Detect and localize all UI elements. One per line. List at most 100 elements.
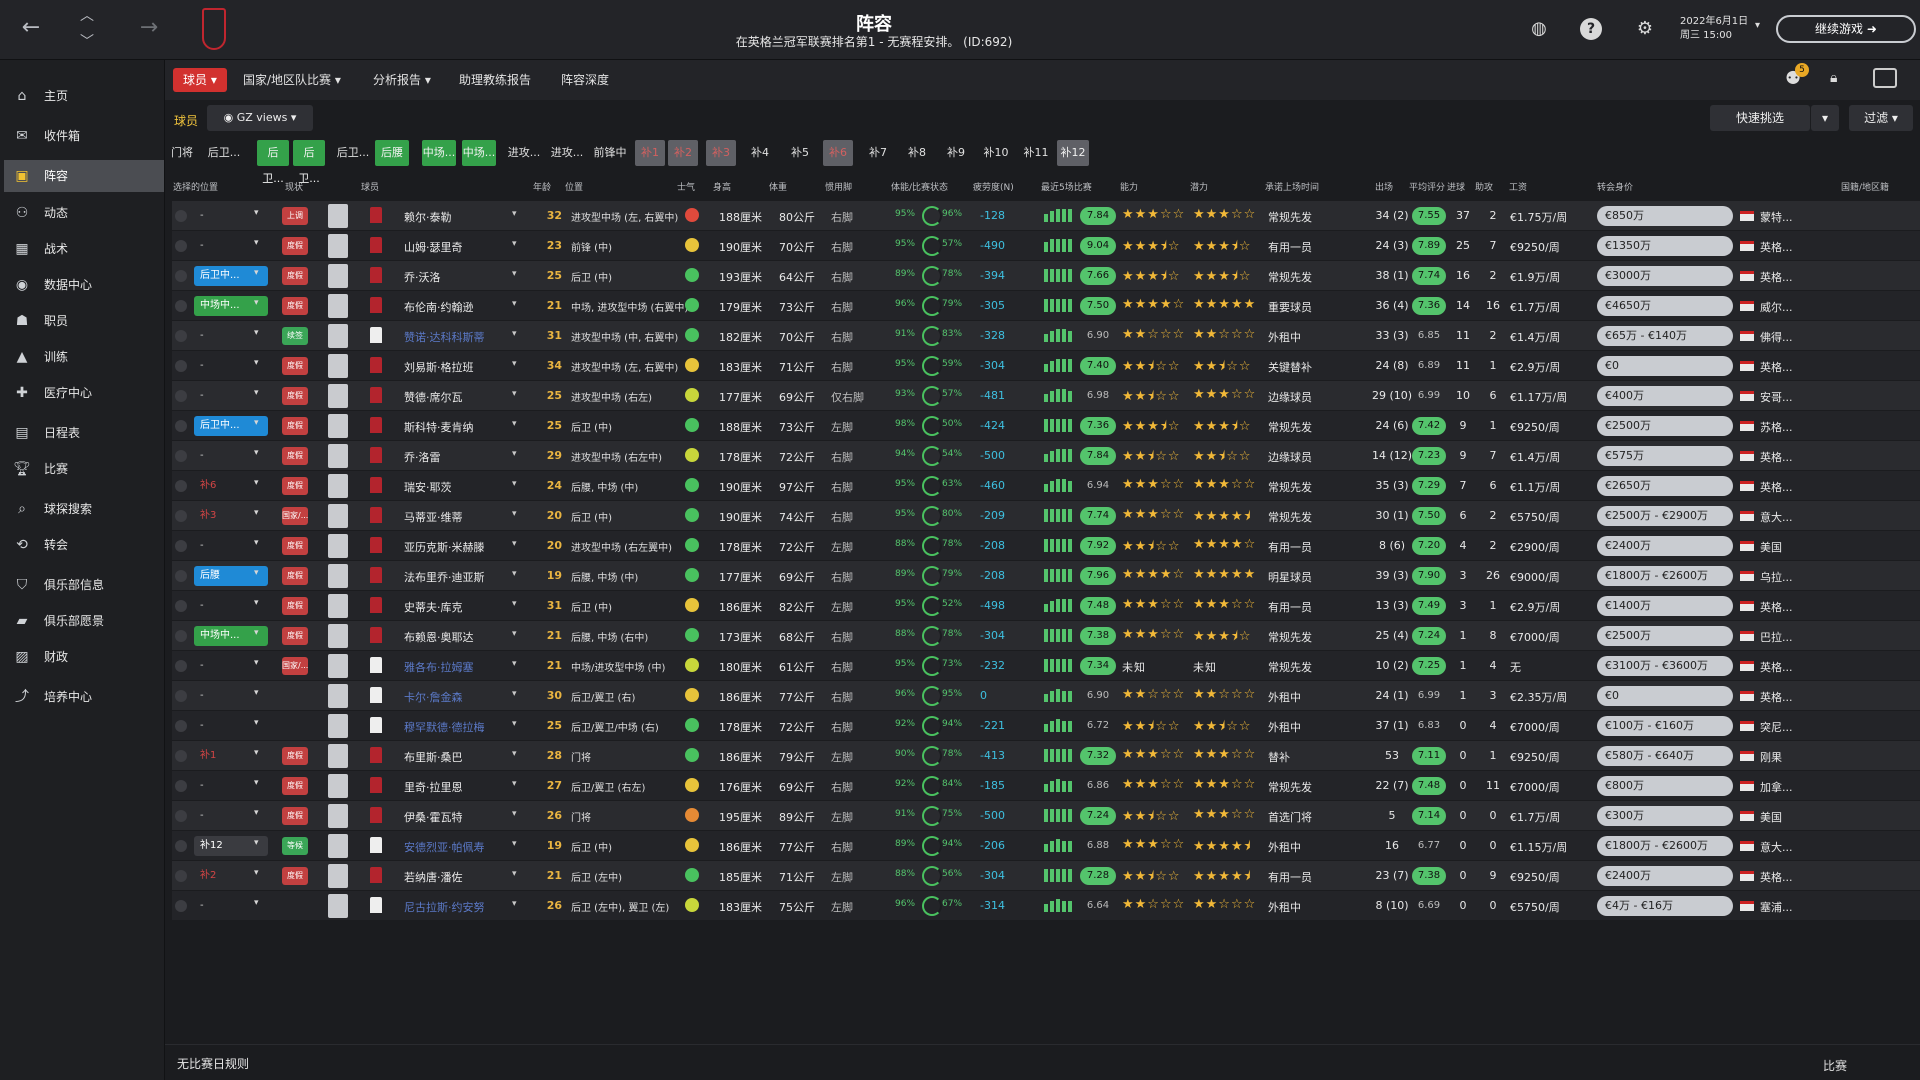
player-name[interactable]: 马蒂亚·维蒂 [404,509,463,525]
chevron-down-icon[interactable]: ▾ [512,419,517,429]
chevron-down-icon[interactable]: ▾ [254,238,259,248]
table-row[interactable]: - ▾ 度假 赞德·席尔瓦 ▾ 25 进攻型中场 (右左) ● 177厘米 69公斤 仅右脚 93% 5… [172,381,1920,411]
tab-position-7[interactable]: 中场... [462,140,496,166]
player-name[interactable]: 布里斯·桑巴 [404,749,463,765]
column-header-16[interactable]: 平均评分 [1409,180,1445,193]
sidebar-item-transfers[interactable]: ⟲ 转会 [4,529,164,561]
table-row[interactable]: - ▾ 度假 里奇·拉里恩 ▾ 27 后卫/翼卫 (右左) ● 176厘米 69公斤 右脚 92% 84… [172,771,1920,801]
chevron-down-icon[interactable]: ▾ [512,839,517,849]
sidebar-item-squad[interactable]: ▣ 阵容 [4,160,164,192]
chevron-down-icon[interactable]: ▾ [254,448,259,458]
column-header-18[interactable]: 助攻 [1475,180,1493,193]
sidebar-item-dynamics[interactable]: ⚇ 动态 [4,197,164,229]
chevron-down-icon[interactable]: ▾ [254,298,259,308]
chevron-down-icon[interactable]: ▾ [254,478,259,488]
select-checkbox[interactable] [175,510,187,522]
column-header-3[interactable]: 年龄 [533,180,551,193]
column-header-13[interactable]: 潜力 [1190,180,1208,193]
view-selector[interactable]: ◉ GZ views ▾ [207,105,313,131]
chevron-down-icon[interactable]: ▾ [254,328,259,338]
date-dropdown-icon[interactable]: ▾ [1755,20,1760,31]
tab-position-12[interactable]: 补2 [668,140,698,166]
table-row[interactable]: - ▾ 度假 山姆·瑟里奇 ▾ 23 前锋 (中) ● 190厘米 70公斤 右脚 95% 57% -49… [172,231,1920,261]
lock-icon[interactable]: 🔒︎ [1830,70,1837,86]
table-row[interactable]: 中场中... ▾ 度假 布伦南·约翰逊 ▾ 21 中场, 进攻型中场 (右翼中) ● 179厘米… [172,291,1920,321]
select-checkbox[interactable] [175,210,187,222]
table-row[interactable]: - ▾ 度假 亚历克斯·米赫滕 ▾ 20 进攻型中场 (右左翼中) ● 178厘米 72公斤 左脚 8… [172,531,1920,561]
select-checkbox[interactable] [175,450,187,462]
chevron-down-icon[interactable]: ▾ [512,569,517,579]
chevron-down-icon[interactable]: ▾ [254,538,259,548]
tab-position-16[interactable]: 补6 [823,140,853,166]
chevron-down-icon[interactable]: ▾ [254,898,259,908]
sidebar-item-development[interactable]: ⤴ 培养中心 [4,681,164,713]
player-name[interactable]: 若纳唐·潘佐 [404,869,463,885]
sidebar-item-data-hub[interactable]: ◉ 数据中心 [4,269,164,301]
chevron-down-icon[interactable]: ▾ [512,389,517,399]
filter-button[interactable]: 过滤 ▾ [1849,105,1913,131]
tab-position-6[interactable]: 中场... [422,140,456,166]
select-checkbox[interactable] [175,720,187,732]
tab-squad-depth[interactable]: 阵容深度 [561,68,609,92]
tab-analysis[interactable]: 分析报告 ▾ [373,68,431,92]
chevron-down-icon[interactable]: ▾ [512,479,517,489]
column-header-9[interactable]: 体能/比赛状态 [891,180,948,193]
tab-position-4[interactable]: 后卫... [335,140,371,166]
chevron-down-icon[interactable]: ▾ [254,658,259,668]
column-header-1[interactable]: 现状 [285,180,303,193]
chevron-down-icon[interactable]: ▾ [254,388,259,398]
chevron-down-icon[interactable]: ▾ [512,539,517,549]
table-row[interactable]: - ▾ 度假 刘易斯·格拉班 ▾ 34 进攻型中场 (左, 右翼中) ● 183厘米 71公斤 右脚… [172,351,1920,381]
player-name[interactable]: 布赖恩·奥耶达 [404,629,474,645]
tab-position-3[interactable]: 后卫... [293,140,325,185]
table-row[interactable]: - ▾ 上调 赖尔·泰勒 ▾ 32 进攻型中场 (左, 右翼中) ● 188厘米 80公斤 右脚 95… [172,201,1920,231]
table-row[interactable]: 补3 ▾ 国家/... 马蒂亚·维蒂 ▾ 20 后卫 (中) ● 190厘米 74公斤 右脚 95% 8… [172,501,1920,531]
player-name[interactable]: 瑞安·耶茨 [404,479,452,495]
chevron-down-icon[interactable]: ▾ [254,688,259,698]
chevron-down-icon[interactable]: ▾ [512,329,517,339]
gear-icon[interactable]: ⚙ [1634,18,1656,40]
chevron-down-icon[interactable]: ▾ [254,568,259,578]
chevron-down-icon[interactable]: ▾ [254,838,259,848]
quick-pick-button[interactable]: 快速挑选 [1710,105,1810,131]
column-header-12[interactable]: 能力 [1120,180,1138,193]
tab-position-14[interactable]: 补4 [745,140,775,166]
select-checkbox[interactable] [175,660,187,672]
chevron-down-icon[interactable]: ▾ [254,808,259,818]
select-checkbox[interactable] [175,390,187,402]
tab-position-0[interactable]: 门将 [167,140,197,166]
chevron-down-icon[interactable]: ▾ [512,359,517,369]
chevron-down-icon[interactable]: ▾ [254,508,259,518]
chevron-down-icon[interactable]: ▾ [254,208,259,218]
select-checkbox[interactable] [175,360,187,372]
table-row[interactable]: - ▾ 国家/... 雅各布·拉姆塞 ▾ 21 中场/进攻型中场 (中) ● 180厘米 61公斤… [172,651,1920,681]
tab-position-15[interactable]: 补5 [785,140,815,166]
table-row[interactable]: - ▾ 度假 史蒂夫·库克 ▾ 31 后卫 (中) ● 186厘米 82公斤 左脚 95% 52% -49… [172,591,1920,621]
table-row[interactable]: - ▾ 度假 伊桑·霍瓦特 ▾ 26 门将 ● 195厘米 89公斤 左脚 91% 75% -500 7.2… [172,801,1920,831]
chevron-down-icon[interactable]: ▾ [254,868,259,878]
tab-position-22[interactable]: 补12 [1057,140,1089,166]
select-checkbox[interactable] [175,300,187,312]
table-row[interactable]: 补6 ▾ 度假 瑞安·耶茨 ▾ 24 后腰, 中场 (中) ● 190厘米 97公斤 右脚 95% 63… [172,471,1920,501]
chevron-down-icon[interactable]: ▾ [512,809,517,819]
chevron-down-icon[interactable]: ▾ [512,449,517,459]
player-name[interactable]: 山姆·瑟里奇 [404,239,463,255]
tab-players[interactable]: 球员 ▾ [173,68,227,92]
player-name[interactable]: 里奇·拉里恩 [404,779,463,795]
select-checkbox[interactable] [175,480,187,492]
player-name[interactable]: 伊桑·霍瓦特 [404,809,463,825]
column-header-4[interactable]: 位置 [565,180,583,193]
player-name[interactable]: 穆罕默德·德拉梅 [404,719,485,735]
tab-position-19[interactable]: 补9 [940,140,972,166]
column-header-10[interactable]: 疲劳度(N) [973,180,1014,193]
tab-position-21[interactable]: 补11 [1021,140,1051,166]
select-checkbox[interactable] [175,690,187,702]
select-checkbox[interactable] [175,420,187,432]
tab-position-13[interactable]: 补3 [706,140,736,166]
chevron-down-icon[interactable]: ▾ [512,599,517,609]
select-checkbox[interactable] [175,240,187,252]
table-row[interactable]: 后腰 ▾ 度假 法布里乔·迪亚斯 ▾ 19 后腰, 中场 (中) ● 177厘米 69公斤 右脚 89… [172,561,1920,591]
player-name[interactable]: 赞诺·达科科斯蒂 [404,329,485,345]
tab-position-17[interactable]: 补7 [863,140,893,166]
chevron-down-icon[interactable]: ▾ [512,689,517,699]
